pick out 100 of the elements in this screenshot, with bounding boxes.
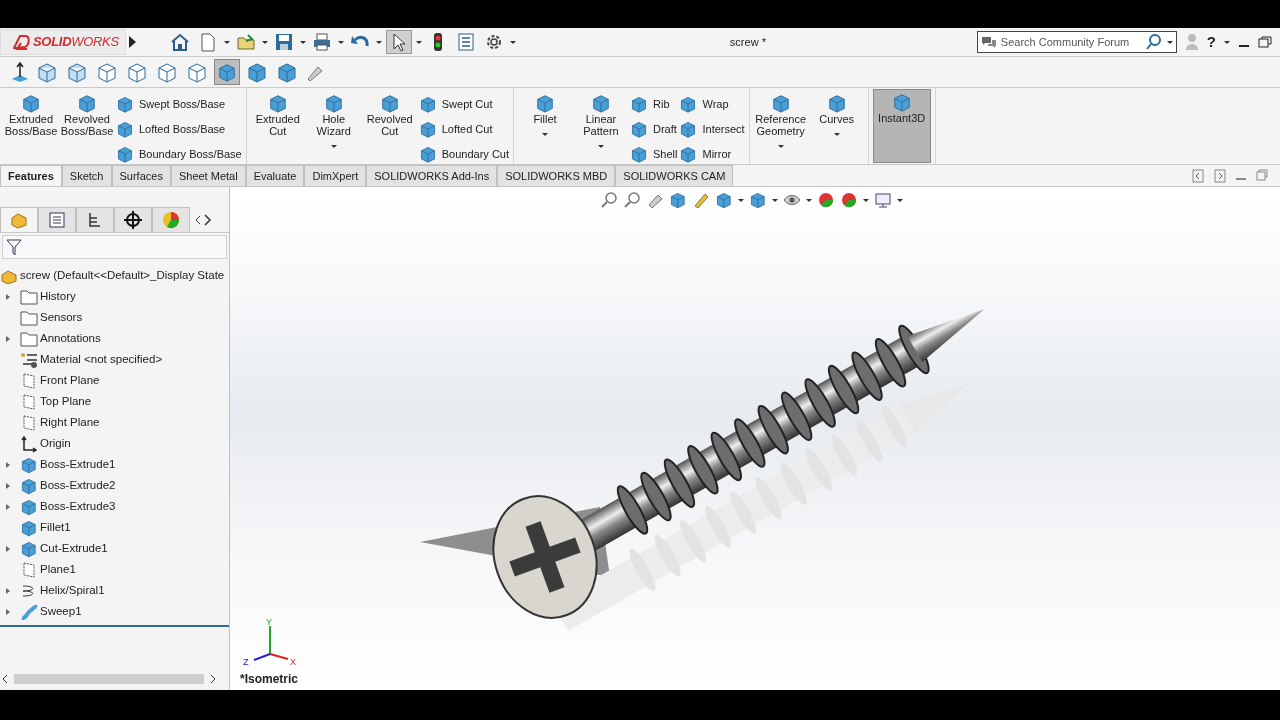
restore-icon[interactable] (1258, 36, 1272, 48)
cube-icon (630, 120, 648, 138)
caret-icon[interactable] (598, 145, 604, 148)
caret-icon[interactable] (772, 198, 778, 202)
tree-item[interactable]: Sensors (38, 308, 85, 327)
tree-item[interactable]: Boss-Extrude2 (38, 476, 118, 495)
pencil-icon[interactable] (692, 191, 710, 209)
tree-item[interactable]: Sweep1 (38, 602, 84, 621)
list-icon (47, 210, 67, 230)
ribbon-tab[interactable]: Evaluate (245, 165, 305, 186)
caret-icon[interactable] (806, 198, 812, 202)
pointer-button[interactable] (385, 30, 412, 54)
caret-icon[interactable] (833, 133, 840, 136)
help-button[interactable]: ? (1206, 30, 1216, 54)
ribbon-button[interactable]: Linear Pattern (574, 91, 628, 161)
caret-icon[interactable] (337, 40, 344, 44)
scroll-right-icon[interactable] (202, 213, 212, 226)
caret-icon[interactable] (299, 40, 306, 44)
caret-icon[interactable] (375, 40, 382, 44)
ribbon-button[interactable]: Wrap (679, 93, 745, 115)
caret-icon[interactable] (897, 198, 903, 202)
ribbon-button[interactable]: Shell (630, 143, 678, 165)
tree-item[interactable]: Plane1 (38, 560, 78, 579)
sphere-icon[interactable] (840, 191, 858, 209)
caret-icon[interactable] (738, 198, 744, 202)
folder-icon (20, 329, 38, 348)
ribbon-tab[interactable]: Surfaces (111, 165, 171, 186)
ribbon-tab[interactable]: SOLIDWORKS Add-Ins (366, 165, 498, 186)
ribbon-button[interactable]: Rib (630, 93, 678, 115)
ribbon-tab[interactable]: Features (0, 165, 62, 186)
ribbon-button[interactable]: Extruded Boss/Base (4, 91, 58, 161)
cube-icon[interactable] (749, 191, 767, 209)
scroll-right-icon[interactable] (208, 674, 218, 684)
caret-icon[interactable] (415, 40, 422, 44)
caret-icon[interactable] (509, 40, 516, 44)
printer-icon (311, 32, 332, 52)
tree-item[interactable]: Annotations (38, 329, 103, 348)
cube-icon[interactable] (669, 191, 687, 209)
scroll-left-icon[interactable] (194, 214, 202, 225)
ribbon-tab[interactable]: Sketch (61, 165, 112, 186)
cube-icon (770, 93, 791, 113)
tree-item[interactable]: Cut-Extrude1 (38, 539, 110, 558)
ribbon-button[interactable]: Reference Geometry (753, 91, 808, 161)
tree-item[interactable]: Origin (38, 434, 73, 453)
caret-icon[interactable] (863, 198, 869, 202)
panel-tab[interactable] (114, 207, 152, 232)
caret-icon[interactable] (223, 40, 230, 44)
magnifier-icon[interactable] (623, 191, 641, 209)
cube-icon (679, 95, 698, 113)
scroll-left-icon[interactable] (0, 674, 10, 684)
tree-item[interactable]: History (38, 287, 78, 306)
tree-item[interactable]: Front Plane (38, 371, 102, 390)
caret-icon[interactable] (1224, 40, 1230, 44)
tile-right-icon[interactable] (1214, 168, 1226, 183)
monitor-icon[interactable] (874, 191, 892, 209)
magnifier-icon[interactable] (600, 191, 618, 209)
ribbon-button[interactable]: Boundary Boss/Base (116, 143, 242, 165)
ribbon-button[interactable]: Swept Boss/Base (116, 93, 242, 115)
ribbon-button[interactable]: Lofted Cut (418, 118, 509, 140)
caret-icon[interactable] (261, 40, 268, 44)
ribbon-button[interactable]: Fillet (518, 91, 572, 161)
ribbon-tab[interactable]: SOLIDWORKS MBD (497, 165, 616, 186)
search-field[interactable]: Search Community Forum (1000, 33, 1141, 51)
cube-icon (535, 93, 555, 113)
tree-item[interactable]: Boss-Extrude1 (38, 455, 118, 474)
search-bar[interactable]: Search Community Forum (976, 31, 1177, 53)
tree-item[interactable]: Right Plane (38, 413, 102, 432)
ribbon-button[interactable]: Curves (809, 91, 864, 161)
ribbon-tab[interactable]: Sheet Metal (170, 165, 246, 186)
ribbon-button[interactable]: Swept Cut (418, 93, 509, 115)
search-icon[interactable] (1144, 33, 1163, 51)
tree-item[interactable]: Top Plane (38, 392, 94, 411)
tree-item[interactable]: Boss-Extrude3 (38, 497, 118, 516)
caret-icon[interactable] (542, 133, 548, 136)
tree-root[interactable]: screw (Default<<Default>_Display State (18, 266, 227, 285)
ribbon-button[interactable]: Lofted Boss/Base (116, 118, 242, 140)
ribbon-button[interactable]: Mirror (679, 143, 745, 165)
sphere-icon[interactable] (817, 191, 835, 209)
caret-icon[interactable] (777, 145, 784, 148)
ribbon-button[interactable]: Boundary Cut (418, 143, 509, 165)
scrollbar-thumb[interactable] (14, 674, 204, 684)
tile-left-icon[interactable] (1192, 168, 1204, 183)
caret-icon[interactable] (1166, 40, 1173, 44)
tree-item[interactable]: Helix/Spiral1 (38, 581, 107, 600)
caret-icon[interactable] (330, 145, 337, 148)
ribbon-button[interactable]: Revolved Cut (362, 91, 417, 161)
ribbon-button[interactable]: Revolved Boss/Base (60, 91, 114, 161)
ribbon-tab[interactable]: SOLIDWORKS CAM (615, 165, 734, 186)
normal-to-icon[interactable] (10, 61, 30, 83)
ribbon-button[interactable]: Extruded Cut (250, 91, 305, 161)
ribbon-button[interactable]: Instant3D (872, 89, 931, 163)
ribbon-button[interactable]: Hole Wizard (306, 91, 361, 161)
cube-icon[interactable] (715, 191, 733, 209)
cube-icon (418, 145, 437, 163)
ribbon-button[interactable]: Intersect (679, 118, 745, 140)
ribbon-tab[interactable]: DimXpert (304, 165, 367, 186)
tree-item[interactable]: Material <not specified> (38, 350, 165, 369)
tree-item[interactable]: Fillet1 (38, 518, 73, 537)
ribbon-button[interactable]: Draft (630, 118, 678, 140)
filter-icon[interactable] (6, 238, 22, 256)
